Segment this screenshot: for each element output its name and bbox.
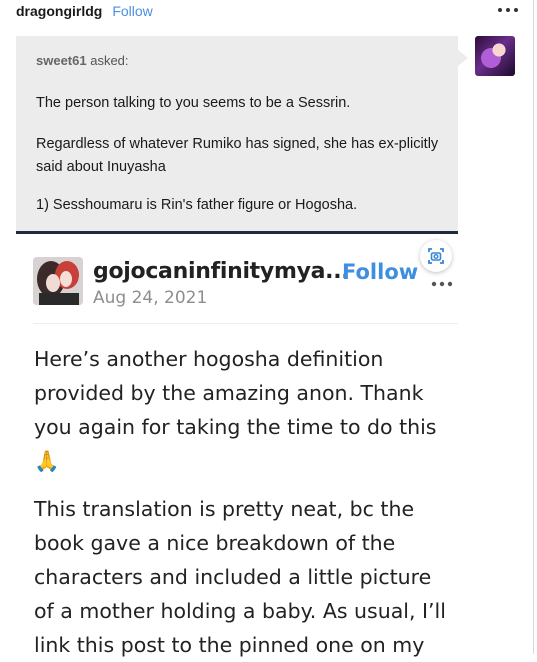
embedded-follow-button[interactable]: Follow <box>342 260 418 284</box>
embedded-username[interactable]: gojocaninfinitymya... <box>93 259 350 284</box>
embedded-paragraph: Here’s another hogosha definition provid… <box>34 347 437 473</box>
post-username[interactable]: dragongirldg <box>16 3 102 19</box>
ask-paragraph: The person talking to you seems to be a … <box>36 95 351 111</box>
ask-box: sweet61 asked: The person talking to you… <box>16 36 468 234</box>
image-search-icon[interactable] <box>420 240 452 272</box>
asked-label: asked: <box>90 53 129 68</box>
post-header: dragongirldg Follow <box>16 2 153 20</box>
embedded-avatar[interactable] <box>33 257 83 305</box>
ask-paragraph: Regardless of whatever Rumiko has signed… <box>36 136 439 175</box>
embedded-date: Aug 24, 2021 <box>93 288 208 308</box>
asked-line: sweet61 asked: <box>36 53 129 68</box>
embedded-paragraph: This translation is pretty neat, bc the … <box>34 497 446 657</box>
asker-avatar[interactable] <box>475 36 515 76</box>
right-edge-border <box>533 0 534 654</box>
ellipsis-icon[interactable] <box>496 2 520 18</box>
embedded-ellipsis-icon[interactable] <box>431 272 453 293</box>
ask-paragraph: 1) Sesshoumaru is Rin's father figure or… <box>36 197 358 213</box>
follow-button[interactable]: Follow <box>112 3 152 19</box>
asker-name[interactable]: sweet61 <box>36 53 87 68</box>
embedded-divider <box>33 323 458 324</box>
